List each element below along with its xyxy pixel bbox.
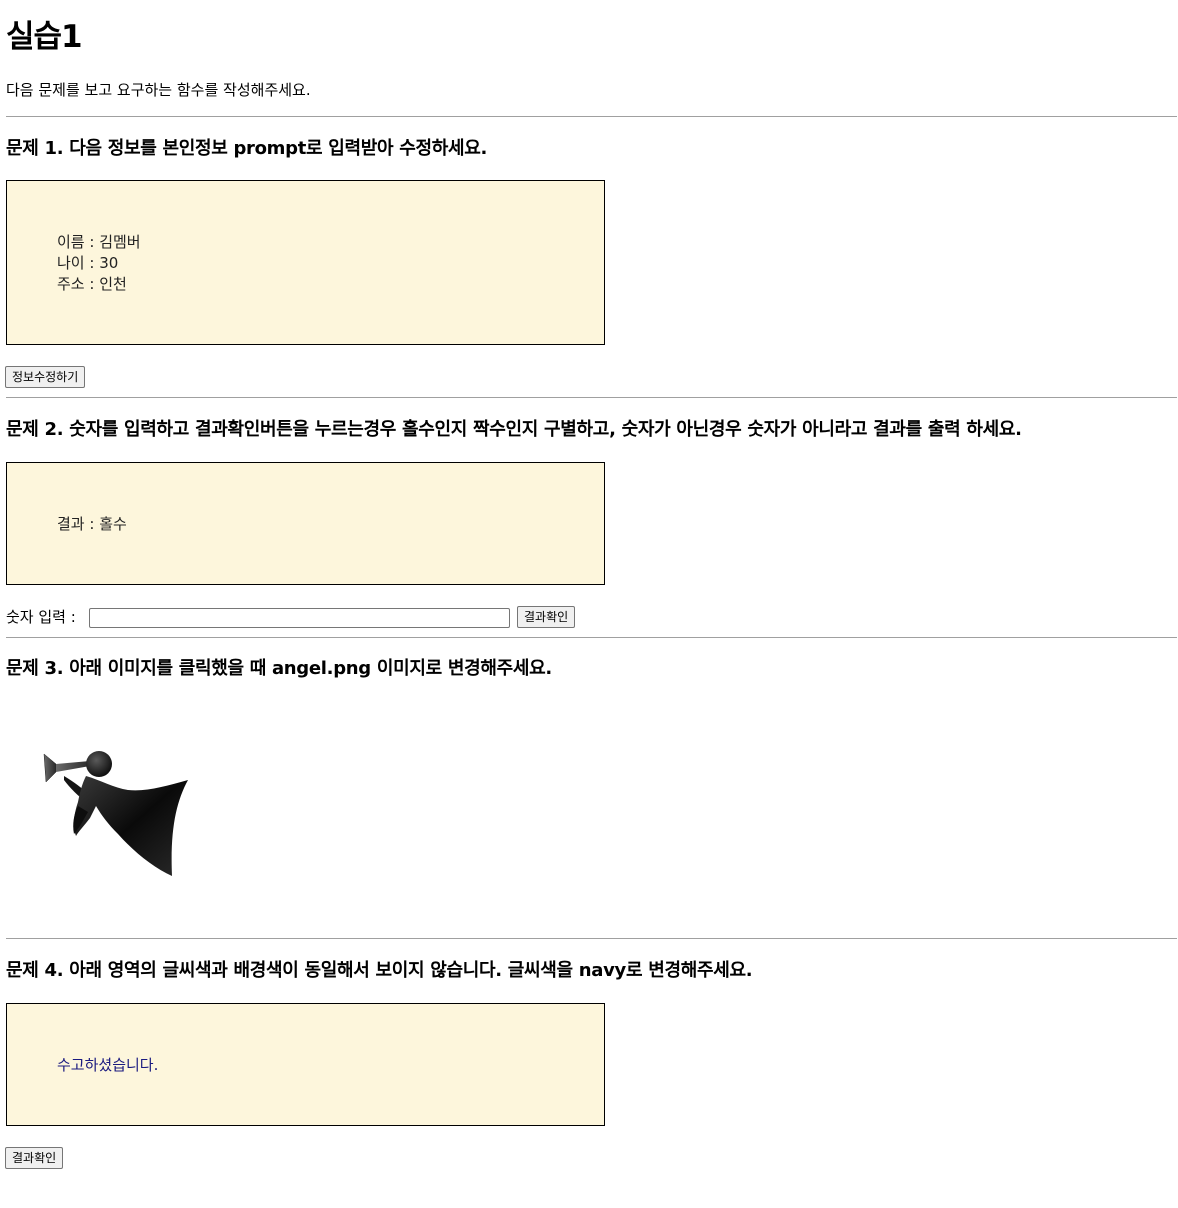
q2-result-line: 결과 : 홀수: [57, 515, 127, 533]
q2-result-box: 결과 : 홀수: [6, 462, 605, 585]
number-input-label: 숫자 입력 :: [6, 608, 76, 626]
q1-address-line: 주소 : 인천: [57, 275, 127, 293]
check-result-button-2[interactable]: 결과확인: [5, 1147, 64, 1169]
q4-message-box: 수고하셨습니다.: [6, 1003, 605, 1126]
divider: [6, 116, 1177, 117]
divider: [6, 397, 1177, 398]
q4-message: 수고하셨습니다.: [57, 1056, 159, 1074]
angel-trumpet-image[interactable]: [42, 746, 192, 881]
q1-heading: 문제 1. 다음 정보를 본인정보 prompt로 입력받아 수정하세요.: [6, 138, 488, 159]
edit-info-button[interactable]: 정보수정하기: [5, 366, 86, 388]
page-title: 실습1: [6, 19, 83, 55]
number-input[interactable]: [89, 608, 510, 628]
q1-age-line: 나이 : 30: [57, 254, 119, 272]
q1-name-line: 이름 : 김멤버: [57, 233, 141, 251]
check-result-button[interactable]: 결과확인: [517, 606, 576, 628]
q2-heading: 문제 2. 숫자를 입력하고 결과확인버튼을 누르는경우 홀수인지 짝수인지 구…: [6, 419, 1022, 440]
divider: [6, 938, 1177, 939]
q1-info-box: 이름 : 김멤버 나이 : 30 주소 : 인천: [6, 180, 605, 345]
angel-trumpet-icon: [43, 751, 188, 876]
intro-text: 다음 문제를 보고 요구하는 함수를 작성해주세요.: [6, 81, 311, 99]
q3-heading: 문제 3. 아래 이미지를 클릭했을 때 angel.png 이미지로 변경해주…: [6, 658, 552, 679]
q4-heading: 문제 4. 아래 영역의 글씨색과 배경색이 동일해서 보이지 않습니다. 글씨…: [6, 960, 753, 981]
divider: [6, 637, 1177, 638]
